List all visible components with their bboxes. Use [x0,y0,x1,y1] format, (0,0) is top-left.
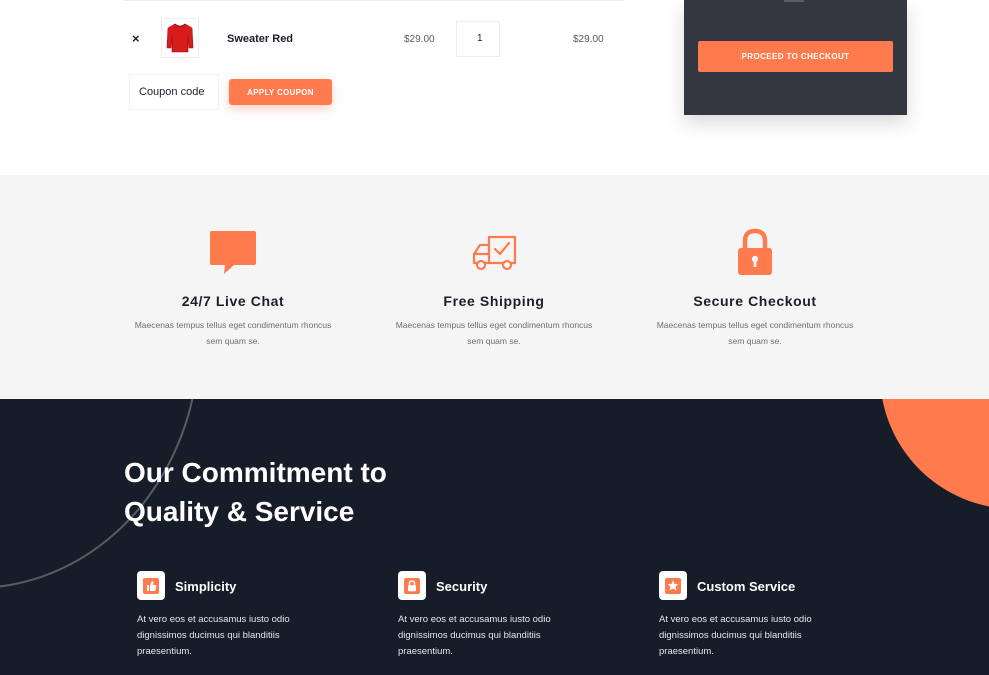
commitment-heading: Our Commitment to Quality & Service [124,457,387,527]
cart-totals-card: PROCEED TO CHECKOUT [684,0,907,115]
delivery-truck-icon [472,235,517,271]
feature-text: Maecenas tempus tellus eget condimentum … [395,320,593,346]
lock-icon [398,571,426,600]
product-price: $29.00 [404,34,435,45]
card-divider [784,0,804,2]
red-sweater-image [166,23,194,53]
pillar-text: At vero eos et accusamus iusto odio dign… [137,614,290,657]
product-name[interactable]: Sweater Red [227,33,293,45]
decorative-orange-circle [880,399,989,509]
pillar-title: Custom Service [697,579,796,594]
feature-title: Free Shipping [443,293,545,309]
apply-coupon-button[interactable]: APPLY COUPON [229,79,332,105]
features-section: 24/7 Live Chat Maecenas tempus tellus eg… [0,175,989,399]
thumbs-up-icon [137,571,165,600]
pillar-text: At vero eos et accusamus iusto odio dign… [398,614,551,657]
pillar-text: At vero eos et accusamus iusto odio dign… [659,614,812,657]
feature-title: 24/7 Live Chat [181,293,285,309]
feature-title: Secure Checkout [693,293,817,309]
padlock-icon [738,228,772,275]
feature-text: Maecenas tempus tellus eget condimentum … [134,320,332,346]
chat-bubble-icon [210,231,256,274]
star-badge-icon [659,571,687,600]
coupon-code-input[interactable]: Coupon code [129,74,219,110]
pillar-title: Simplicity [175,579,237,594]
commitment-section: Our Commitment to Quality & Service Simp… [0,399,989,675]
cart-row-divider [124,0,624,1]
remove-item-icon[interactable]: × [132,31,140,46]
product-thumbnail[interactable] [161,18,199,58]
product-subtotal: $29.00 [573,34,604,45]
feature-text: Maecenas tempus tellus eget condimentum … [656,320,854,346]
pillar-title: Security [436,579,488,594]
quantity-input[interactable]: 1 [456,21,500,57]
proceed-to-checkout-button[interactable]: PROCEED TO CHECKOUT [698,41,893,72]
cart-section: × Sweater Red $29.00 1 $29.00 Coupon cod… [0,0,989,175]
